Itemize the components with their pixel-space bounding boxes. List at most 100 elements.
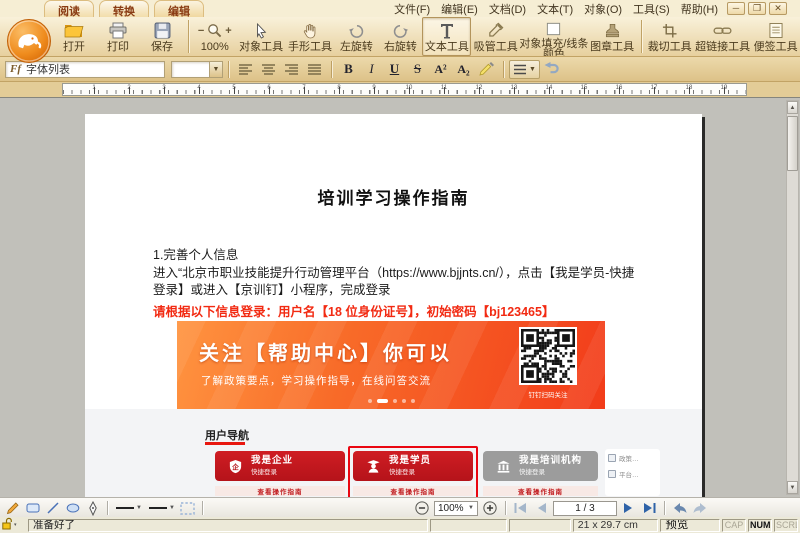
svg-text:企: 企	[231, 462, 239, 471]
highlighter-icon	[478, 62, 496, 77]
tab-编辑[interactable]: 编辑	[154, 0, 204, 17]
menu-对象(O)[interactable]: 对象(O)	[584, 1, 622, 17]
doc-text-line: 1.完善个人信息	[153, 247, 643, 265]
highlighter-button[interactable]	[476, 60, 497, 79]
superscript-button[interactable]: A²	[430, 60, 451, 79]
hand-tool-button[interactable]: 手形工具	[286, 17, 335, 56]
print-button[interactable]: 打印	[96, 17, 140, 56]
font-icon: Ff	[10, 63, 21, 75]
user-nav-section: 用户导航 企我是企业快捷登录查看操作指南我是学员快捷登录查看操作指南我是培训机构…	[85, 409, 702, 497]
rotate-left-button[interactable]: 左旋转	[334, 17, 378, 56]
stamp-tool-button[interactable]: 图章工具	[588, 17, 637, 56]
carousel-dot	[377, 399, 388, 403]
zoom-level-dropdown[interactable]: 100% ▼	[434, 501, 478, 516]
font-size-dropdown[interactable]: ▼	[171, 61, 223, 78]
zoom-control[interactable]: −+100%	[193, 17, 237, 56]
align-center-button[interactable]	[258, 60, 279, 79]
italic-button[interactable]: I	[361, 60, 382, 79]
format-toolbar: Ff 字体列表 ▼ BIUSA²A₂▼	[0, 57, 800, 82]
last-page-button[interactable]	[641, 500, 657, 516]
scrollbar-thumb[interactable]	[787, 116, 798, 171]
horizontal-ruler: 12345678910111213141516171819	[62, 83, 747, 96]
menu-文件(F)[interactable]: 文件(F)	[394, 1, 430, 17]
lock-control[interactable]: ▾	[2, 517, 26, 533]
align-justify-button[interactable]	[304, 60, 325, 79]
text-tool-icon	[440, 22, 454, 40]
status-message: 准备好了	[28, 519, 428, 532]
first-page-button[interactable]	[513, 500, 529, 516]
close-button[interactable]: ✕	[769, 2, 787, 15]
pencil-tool[interactable]	[4, 500, 22, 516]
align-right-button[interactable]	[281, 60, 302, 79]
line-width-dropdown[interactable]: ▼	[146, 500, 177, 516]
tab-转换[interactable]: 转换	[99, 0, 149, 17]
previous-page-button[interactable]	[533, 500, 549, 516]
next-page-button[interactable]	[621, 500, 637, 516]
chevron-down-icon[interactable]: ▼	[468, 505, 474, 511]
bottom-toolbar: ▼ ▼ 100% ▼ 1 / 3	[0, 497, 800, 517]
qr-caption: 钉钉扫码关注	[515, 389, 581, 399]
ellipse-tool[interactable]	[64, 500, 82, 516]
page-indicator[interactable]: 1 / 3	[553, 501, 617, 516]
scroll-down-icon[interactable]: ▼	[787, 481, 798, 494]
app-logo-elephant-icon[interactable]	[6, 18, 52, 64]
hyperlink-tool-button[interactable]: 超链接工具	[694, 17, 751, 56]
crop-tool-button[interactable]: 裁切工具	[645, 17, 694, 56]
menu-文本(T)[interactable]: 文本(T)	[537, 1, 573, 17]
user-card-我是企业: 企我是企业快捷登录	[215, 451, 345, 481]
chevron-down-icon[interactable]: ▼	[136, 505, 142, 511]
underline-button[interactable]: U	[384, 60, 405, 79]
save-button[interactable]: 保存	[140, 17, 184, 56]
card-guide-link: 查看操作指南	[215, 486, 345, 496]
object-tool-button[interactable]: 对象工具	[237, 17, 286, 56]
vertical-scrollbar[interactable]: ▲ ▼	[786, 100, 799, 495]
line-style-dropdown[interactable]: ▼	[113, 500, 144, 516]
line-spacing-dropdown[interactable]: ▼	[509, 60, 540, 79]
undo-button[interactable]	[541, 60, 562, 79]
heading-underline	[205, 442, 245, 445]
chevron-down-icon[interactable]: ▼	[209, 62, 222, 77]
chevron-down-icon[interactable]: ▾	[14, 522, 17, 528]
fill-color-button[interactable]: 对象填充/线条颜色	[520, 17, 588, 56]
subscript-button[interactable]: A₂	[453, 60, 474, 79]
maximize-button[interactable]: ❐	[748, 2, 766, 15]
menu-编辑(E)[interactable]: 编辑(E)	[441, 1, 478, 17]
zoom-out-icon[interactable]	[414, 500, 430, 516]
view-back-button[interactable]	[672, 500, 688, 516]
tab-row: 阅读转换编辑 文件(F) 编辑(E) 文档(D) 文本(T) 对象(O) 工具(S) 帮助(…	[0, 0, 800, 17]
minimize-button[interactable]: ─	[727, 2, 745, 15]
zoom-plus-icon[interactable]: +	[225, 25, 231, 37]
carousel-dots	[177, 399, 605, 403]
text-tool-button[interactable]: 文本工具	[422, 17, 471, 56]
undo-icon	[542, 62, 560, 76]
marquee-select-tool[interactable]	[179, 500, 197, 516]
menu-帮助(H)[interactable]: 帮助(H)	[681, 1, 718, 17]
open-button[interactable]: 打开	[52, 17, 96, 56]
carousel-dot	[393, 399, 397, 403]
pdf-page[interactable]: 培训学习操作指南 1.完善个人信息进入“北京市职业技能提升行动管理平台（http…	[85, 114, 702, 497]
eyedropper-tool-button[interactable]: 吸管工具	[471, 17, 520, 56]
strikethrough-button[interactable]: S	[407, 60, 428, 79]
view-forward-button[interactable]	[692, 500, 708, 516]
chevron-down-icon[interactable]: ▼	[529, 66, 536, 73]
note-tool-button[interactable]: 便签工具	[751, 17, 800, 56]
menu-文档(D)[interactable]: 文档(D)	[489, 1, 526, 17]
bold-button[interactable]: B	[338, 60, 359, 79]
align-left-button[interactable]	[235, 60, 256, 79]
line-tool[interactable]	[44, 500, 62, 516]
rectangle-tool[interactable]	[24, 500, 42, 516]
pen-tool[interactable]	[84, 500, 102, 516]
scroll-up-icon[interactable]: ▲	[787, 101, 798, 114]
fill-color-icon	[545, 21, 562, 37]
zoom-in-icon[interactable]	[482, 500, 498, 516]
note-icon	[769, 22, 783, 39]
line-sample-icon	[148, 504, 168, 512]
chevron-down-icon[interactable]: ▼	[169, 505, 175, 511]
toolbar-separator	[188, 20, 189, 53]
menu-bar: 文件(F) 编辑(E) 文档(D) 文本(T) 对象(O) 工具(S) 帮助(H)	[394, 0, 718, 17]
save-icon	[154, 22, 171, 39]
tab-阅读[interactable]: 阅读	[44, 0, 94, 17]
zoom-minus-icon[interactable]: −	[198, 25, 204, 37]
rotate-right-button[interactable]: 右旋转	[378, 17, 422, 56]
menu-工具(S)[interactable]: 工具(S)	[633, 1, 670, 17]
